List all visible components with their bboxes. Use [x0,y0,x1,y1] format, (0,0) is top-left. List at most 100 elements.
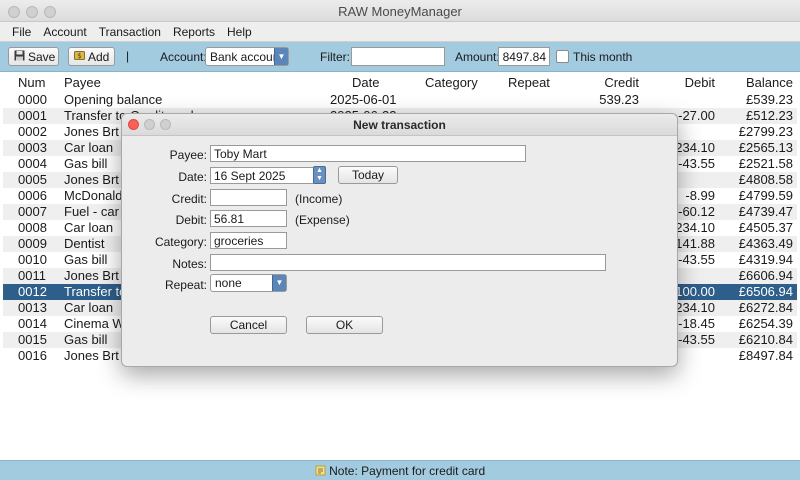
today-button[interactable]: Today [338,166,398,184]
date-label: Date: [178,170,207,184]
cell-balance: £6606.94 [738,268,793,283]
this-month-label: This month [573,50,633,64]
status-bar: Note: Payment for credit card [0,460,800,480]
chevron-down-icon: ▼ [274,48,288,65]
cell-payee: McDonalds [64,188,130,203]
payee-field[interactable]: Toby Mart [210,145,526,162]
account-select-value: Bank account [210,50,283,64]
new-transaction-dialog: New transaction Payee: Toby Mart Date: 1… [121,113,678,367]
cell-num: 0001 [18,108,47,123]
toolbar: Save $ Add | Account: Bank account ▼ Fil… [0,42,800,72]
cell-credit: 539.23 [599,92,639,107]
menu-reports[interactable]: Reports [161,22,215,41]
cell-payee: Jones Brt [64,124,119,139]
cell-payee: Jones Brt [64,268,119,283]
header-payee[interactable]: Payee [64,75,101,90]
header-repeat[interactable]: Repeat [508,75,550,90]
cell-payee: Opening balance [64,92,163,107]
cell-balance: £539.23 [746,92,793,107]
note-icon [315,464,329,478]
repeat-label: Repeat: [164,278,207,292]
menu-file[interactable]: File [0,22,31,41]
cell-balance: £4363.49 [738,236,793,251]
cell-balance: £4505.37 [738,220,793,235]
cell-debit: -43.55 [678,252,715,267]
cell-debit: -43.55 [678,332,715,347]
menu-transaction[interactable]: Transaction [87,22,161,41]
cell-balance: £6272.84 [738,300,793,315]
cell-payee: Jones Brt [64,348,119,363]
cell-num: 0012 [18,284,47,299]
header-num[interactable]: Num [18,75,45,90]
cell-date: 2025-06-01 [330,92,397,107]
header-date[interactable]: Date [352,75,379,90]
amount-field: 8497.84 [498,47,550,66]
date-spinner[interactable]: ▲ ▼ [313,166,326,184]
cell-payee: Gas bill [64,332,108,347]
header-credit[interactable]: Credit [604,75,639,90]
cell-debit: -18.45 [678,316,715,331]
cell-balance: £2799.23 [738,124,793,139]
cell-num: 0010 [18,252,47,267]
cell-balance: £6506.94 [738,284,793,299]
cell-balance: £4319.94 [738,252,793,267]
cell-payee: Transfer to [64,284,127,299]
cell-num: 0011 [18,268,46,283]
cell-balance: £2521.58 [738,156,793,171]
header-balance[interactable]: Balance [746,75,793,90]
cell-payee: Fuel - car [64,204,119,219]
cell-num: 0000 [18,92,47,107]
window-title: RAW MoneyManager [338,4,462,19]
cell-payee: Car loan [64,300,114,315]
cell-num: 0007 [18,204,47,219]
cell-num: 0009 [18,236,47,251]
account-label: Account: [160,50,207,64]
cell-num: 0003 [18,140,47,155]
window-titlebar: RAW MoneyManager [0,0,800,22]
save-button[interactable]: Save [8,47,59,66]
cell-num: 0005 [18,172,47,187]
amount-label: Amount: [455,50,500,64]
cell-balance: £2565.13 [738,140,793,155]
toolbar-separator: | [126,49,130,63]
notes-field[interactable] [210,254,606,271]
header-debit[interactable]: Debit [685,75,715,90]
account-select[interactable]: Bank account ▼ [205,47,289,66]
cell-balance: £4739.47 [738,204,793,219]
menu-account[interactable]: Account [31,22,86,41]
menu-help[interactable]: Help [215,22,252,41]
add-button[interactable]: $ Add [68,47,115,66]
repeat-select-value: none [215,276,242,290]
category-field[interactable]: groceries [210,232,287,249]
cancel-button[interactable]: Cancel [210,316,287,334]
filter-input[interactable] [351,47,445,66]
add-money-icon: $ [74,50,85,64]
credit-field[interactable] [210,189,287,206]
cell-payee: Jones Brt [64,172,119,187]
header-category[interactable]: Category [425,75,478,90]
cell-balance: £4799.59 [738,188,793,203]
category-label: Category: [154,235,207,249]
table-row[interactable]: 0000 Opening balance 2025-06-01 539.23 £539.… [3,92,797,108]
cell-debit: -8.99 [685,188,715,203]
dialog-title: New transaction [353,118,446,132]
debit-label: Debit: [175,213,207,227]
add-button-label: Add [88,49,110,64]
cell-num: 0008 [18,220,47,235]
credit-hint: (Income) [295,192,343,206]
cell-num: 0016 [18,348,47,363]
cell-balance: £8497.84 [738,348,793,363]
cell-num: 0015 [18,332,47,347]
this-month-checkbox[interactable] [556,50,569,63]
notes-label: Notes: [172,257,207,271]
debit-field[interactable]: 56.81 [210,210,287,227]
cell-num: 0002 [18,124,47,139]
credit-label: Credit: [171,192,207,206]
cell-num: 0014 [18,316,47,331]
cell-num: 0013 [18,300,47,315]
repeat-select[interactable]: none ▼ [210,274,287,292]
date-field[interactable]: 16 Sept 2025 [210,167,314,184]
cell-balance: £6254.39 [738,316,793,331]
ok-button[interactable]: OK [306,316,383,334]
cell-num: 0006 [18,188,47,203]
